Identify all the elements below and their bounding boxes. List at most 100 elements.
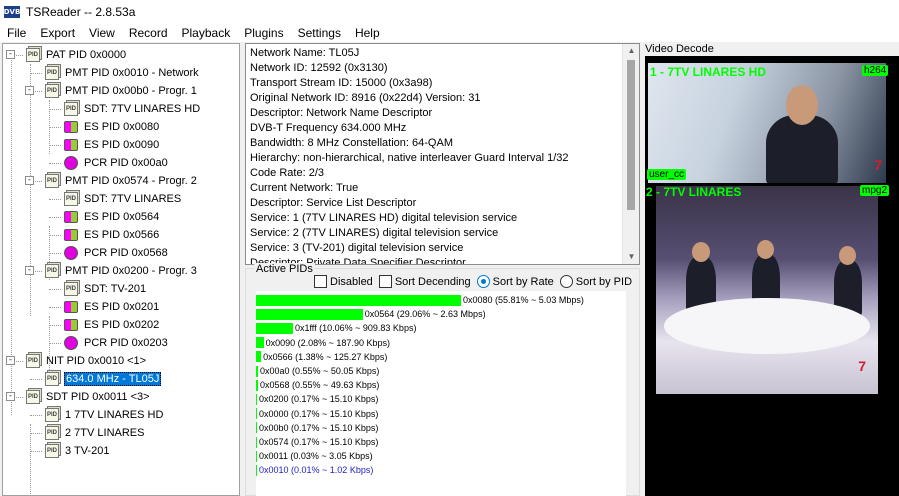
- menu-record[interactable]: Record: [122, 26, 175, 40]
- menu-settings[interactable]: Settings: [291, 26, 348, 40]
- pid-rate-row[interactable]: 0x00b0 (0.17% ~ 15.10 Kbps): [256, 421, 378, 435]
- tree-node-label[interactable]: PMT PID 0x00b0 - Progr. 1: [64, 85, 198, 97]
- tree-node-label[interactable]: PMT PID 0x0200 - Progr. 3: [64, 265, 198, 277]
- tree-node[interactable]: PID PMT PID 0x00b0 - Progr. 1: [44, 82, 198, 100]
- tree-node-label[interactable]: 634.0 MHz - TL05J: [64, 372, 162, 386]
- tree-node[interactable]: PID 634.0 MHz - TL05J: [44, 370, 162, 388]
- tree-node-label[interactable]: PCR PID 0x0568: [83, 247, 169, 259]
- doc-icon-glyph: PID: [26, 48, 40, 62]
- menu-help[interactable]: Help: [348, 26, 387, 40]
- tree-node-label[interactable]: SDT: 7TV LINARES HD: [83, 103, 201, 115]
- tree-node[interactable]: PCR PID 0x00a0: [63, 154, 169, 172]
- rate-bar: [256, 351, 262, 363]
- tree-node-label[interactable]: ES PID 0x0090: [83, 139, 160, 151]
- window-title: TSReader -- 2.8.53a: [26, 5, 136, 19]
- info-line: Descriptor: Service List Descriptor: [250, 197, 417, 209]
- rate-text: 0x0564 (29.06% ~ 2.63 Mbps): [364, 309, 486, 320]
- checkbox-icon[interactable]: [314, 275, 327, 288]
- tree-node[interactable]: PID PMT PID 0x0010 - Network: [44, 64, 200, 82]
- tree-node[interactable]: PID SDT: 7TV LINARES: [63, 190, 182, 208]
- tree-node[interactable]: ES PID 0x0564: [63, 208, 160, 226]
- collapse-icon[interactable]: -: [25, 266, 34, 275]
- pid-rate-row[interactable]: 0x00a0 (0.55% ~ 50.05 Kbps): [256, 364, 379, 378]
- tree-node[interactable]: PID NIT PID 0x0010 <1>: [25, 352, 147, 370]
- tree-node-label[interactable]: SDT: 7TV LINARES: [83, 193, 182, 205]
- tree-node[interactable]: PID SDT: TV-201: [63, 280, 147, 298]
- sort-descending-checkbox[interactable]: Sort Decending: [378, 275, 471, 288]
- tree-node[interactable]: ES PID 0x0090: [63, 136, 160, 154]
- pid-rate-row[interactable]: 0x0011 (0.03% ~ 3.05 Kbps): [256, 449, 373, 463]
- tree-node-label[interactable]: PCR PID 0x00a0: [83, 157, 169, 169]
- tree-node-label[interactable]: 1 7TV LINARES HD: [64, 409, 164, 421]
- tree-node[interactable]: ES PID 0x0566: [63, 226, 160, 244]
- pid-rate-row[interactable]: 0x0568 (0.55% ~ 49.63 Kbps): [256, 378, 379, 392]
- menu-view[interactable]: View: [82, 26, 122, 40]
- tree-node[interactable]: PID PMT PID 0x0574 - Progr. 2: [44, 172, 198, 190]
- tree-node[interactable]: PID 2 7TV LINARES: [44, 424, 145, 442]
- tree-connector: [49, 289, 61, 290]
- tree-node[interactable]: PCR PID 0x0203: [63, 334, 169, 352]
- tree-node-label[interactable]: ES PID 0x0201: [83, 301, 160, 313]
- collapse-icon[interactable]: -: [25, 176, 34, 185]
- tree-node[interactable]: PID SDT: 7TV LINARES HD: [63, 100, 201, 118]
- video-frame-1[interactable]: 7: [648, 63, 886, 183]
- tree-node-label[interactable]: PCR PID 0x0203: [83, 337, 169, 349]
- pid-rate-row[interactable]: 0x0000 (0.17% ~ 15.10 Kbps): [256, 407, 378, 421]
- tree-node-label[interactable]: ES PID 0x0564: [83, 211, 160, 223]
- pid-rate-row[interactable]: 0x0574 (0.17% ~ 15.10 Kbps): [256, 435, 378, 449]
- tree-node[interactable]: PID 3 TV-201: [44, 442, 110, 460]
- tree-node-label[interactable]: 3 TV-201: [64, 445, 110, 457]
- pid-rate-row[interactable]: 0x1fff (10.06% ~ 909.83 Kbps): [256, 321, 416, 335]
- tree-node[interactable]: PID PAT PID 0x0000: [25, 46, 127, 64]
- tree-node-label[interactable]: ES PID 0x0202: [83, 319, 160, 331]
- es-icon: [63, 120, 79, 134]
- pid-rate-list[interactable]: 0x0080 (55.81% ~ 5.03 Mbps) 0x0564 (29.06…: [256, 291, 626, 496]
- tree-node[interactable]: ES PID 0x0201: [63, 298, 160, 316]
- pid-rate-row[interactable]: 0x0010 (0.01% ~ 1.02 Kbps): [256, 463, 373, 477]
- scroll-thumb[interactable]: [627, 60, 635, 210]
- radio-selected-icon[interactable]: [476, 275, 490, 288]
- collapse-icon[interactable]: -: [25, 86, 34, 95]
- tree-node-label[interactable]: PMT PID 0x0574 - Progr. 2: [64, 175, 198, 187]
- info-line: Original Network ID: 8916 (0x22d4) Versi…: [250, 92, 481, 104]
- tree-node[interactable]: PID 1 7TV LINARES HD: [44, 406, 164, 424]
- pid-rate-row[interactable]: 0x0200 (0.17% ~ 15.10 Kbps): [256, 392, 378, 406]
- es-icon: [63, 210, 79, 224]
- menu-plugins[interactable]: Plugins: [237, 26, 290, 40]
- guest-head-center: [757, 240, 774, 259]
- tree-node-label[interactable]: PMT PID 0x0010 - Network: [64, 67, 200, 79]
- sort-by-pid-radio[interactable]: Sort by PID: [559, 275, 632, 288]
- menu-export[interactable]: Export: [33, 26, 82, 40]
- info-line: Service: 2 (7TV LINARES) digital televis…: [250, 227, 499, 239]
- tree-node-label[interactable]: NIT PID 0x0010 <1>: [45, 355, 147, 367]
- pid-rate-row[interactable]: 0x0080 (55.81% ~ 5.03 Mbps): [256, 293, 584, 307]
- collapse-icon[interactable]: -: [6, 356, 15, 365]
- tree-node-label[interactable]: PAT PID 0x0000: [45, 49, 127, 61]
- tree-node[interactable]: ES PID 0x0080: [63, 118, 160, 136]
- collapse-icon[interactable]: -: [6, 50, 15, 59]
- rate-bar: [256, 379, 259, 391]
- pid-rate-row[interactable]: 0x0090 (2.08% ~ 187.90 Kbps): [256, 336, 390, 350]
- tree-node-label[interactable]: ES PID 0x0080: [83, 121, 160, 133]
- tree-node-label[interactable]: 2 7TV LINARES: [64, 427, 145, 439]
- radio-icon[interactable]: [559, 275, 573, 288]
- video-frame-2[interactable]: 7: [656, 186, 878, 394]
- disabled-checkbox[interactable]: Disabled: [314, 275, 373, 288]
- checkbox-icon[interactable]: [378, 275, 392, 288]
- tree-node[interactable]: PID PMT PID 0x0200 - Progr. 3: [44, 262, 198, 280]
- tree-node-label[interactable]: SDT: TV-201: [83, 283, 147, 295]
- pid-rate-row[interactable]: 0x0566 (1.38% ~ 125.27 Kbps): [256, 350, 387, 364]
- tree-node-label[interactable]: ES PID 0x0566: [83, 229, 160, 241]
- pid-tree-view[interactable]: PID PAT PID 0x0000 - PID PMT PID 0x0010 - Ne…: [2, 43, 240, 496]
- tree-node[interactable]: ES PID 0x0202: [63, 316, 160, 334]
- tree-node[interactable]: PID SDT PID 0x0011 <3>: [25, 388, 151, 406]
- tree-node-label[interactable]: SDT PID 0x0011 <3>: [45, 391, 151, 403]
- collapse-icon[interactable]: -: [6, 392, 15, 401]
- menu-playback[interactable]: Playback: [175, 26, 238, 40]
- pid-rate-row[interactable]: 0x0564 (29.06% ~ 2.63 Mbps): [256, 307, 486, 321]
- sort-by-rate-radio[interactable]: Sort by Rate: [476, 275, 554, 288]
- doc-icon-glyph: PID: [45, 264, 59, 278]
- tree-node[interactable]: PCR PID 0x0568: [63, 244, 169, 262]
- info-scrollbar[interactable]: ▲ ▼: [622, 44, 639, 264]
- menu-file[interactable]: File: [0, 26, 33, 40]
